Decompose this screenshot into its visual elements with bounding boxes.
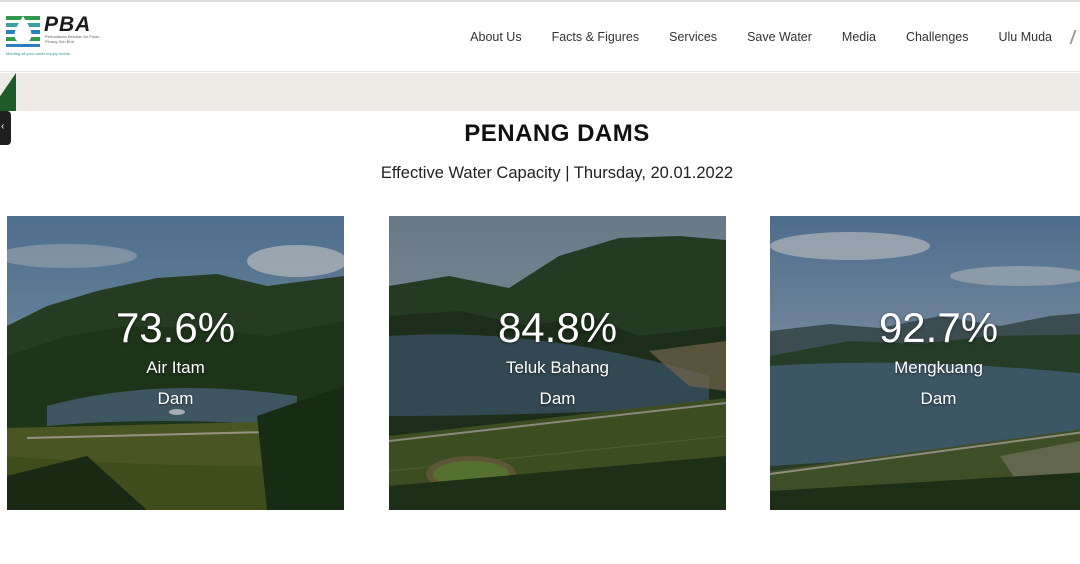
site-header: PBA Perbadanan Bekalan Air Pulau Pinang … <box>0 2 1080 72</box>
page-title: PENANG DAMS <box>464 120 650 147</box>
nav-about-us[interactable]: About Us <box>470 30 521 44</box>
dam-suffix: Dam <box>920 389 957 408</box>
dam-card-air-itam[interactable]: 73.6% Air Itam Dam <box>7 216 344 510</box>
dam-suffix: Dam <box>157 389 194 408</box>
dam-card-teluk-bahang[interactable]: 84.8% Teluk Bahang Dam <box>389 216 726 510</box>
nav-overflow-item[interactable] <box>1069 30 1080 44</box>
capacity-percent: 92.7% <box>878 304 999 351</box>
main-nav: About Us Facts & Figures Services Save W… <box>470 2 1080 72</box>
dam-suffix: Dam <box>539 389 576 408</box>
pba-logo[interactable]: PBA Perbadanan Bekalan Air Pulau Pinang … <box>6 13 106 61</box>
dam-name: Air Itam <box>146 358 205 377</box>
dam-name: Teluk Bahang <box>505 358 610 377</box>
dam-name: Mengkuang <box>894 358 983 377</box>
nav-save-water[interactable]: Save Water <box>747 30 812 44</box>
capacity-percent: 73.6% <box>115 304 236 351</box>
capacity-subtitle: Effective Water Capacity | Thursday, 20.… <box>380 164 734 182</box>
nav-media[interactable]: Media <box>842 30 876 44</box>
leaf-decoration <box>0 73 16 111</box>
dam-card-mengkuang[interactable]: 92.7% Mengkuang Dam <box>770 216 1080 510</box>
nav-ulu-muda[interactable]: Ulu Muda <box>999 30 1053 44</box>
capacity-percent: 84.8% <box>497 304 618 351</box>
nav-challenges[interactable]: Challenges <box>906 30 969 44</box>
logo-subtitle: Perbadanan Bekalan Air Pulau Pinang Sdn … <box>45 34 100 44</box>
water-drop-logo-icon <box>6 13 40 49</box>
nav-facts-figures[interactable]: Facts & Figures <box>552 30 640 44</box>
hero-banner-strip <box>0 73 1080 111</box>
logo-tagline: Meeting all your water supply needs <box>6 51 70 56</box>
nav-services[interactable]: Services <box>669 30 717 44</box>
